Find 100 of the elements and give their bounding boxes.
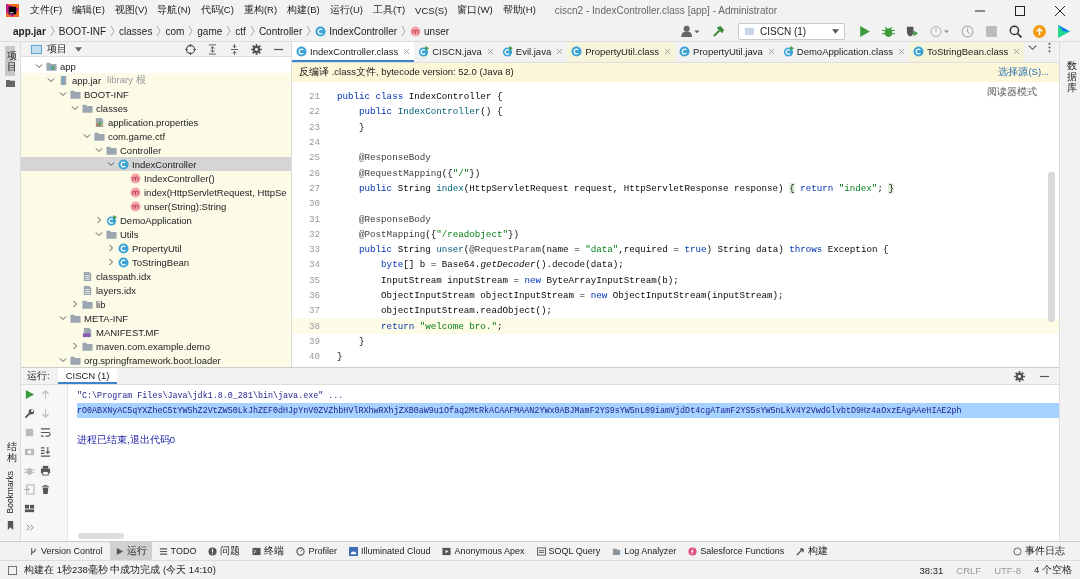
tool-window-tab[interactable]: 项目 <box>5 46 15 76</box>
breadcrumb[interactable]: Controller <box>257 25 304 37</box>
tree-item[interactable]: unser(String):String <box>21 199 291 213</box>
tool-window-button[interactable]: Salesforce Functions <box>683 542 790 560</box>
tree-item[interactable]: com.game.ctf <box>21 129 291 143</box>
tool-window-button[interactable]: Log Analyzer <box>607 542 682 560</box>
panel-toggle-icon[interactable] <box>8 565 17 575</box>
menu-item[interactable]: 构建(B) <box>282 1 325 20</box>
locate-icon[interactable] <box>185 43 196 55</box>
menu-item[interactable]: 运行(U) <box>324 1 368 20</box>
app-logo-icon[interactable] <box>6 4 19 17</box>
tool-window-tab[interactable]: Bookmarks <box>3 467 17 518</box>
menu-item[interactable]: 重构(R) <box>238 1 283 20</box>
update-icon[interactable] <box>1033 24 1046 38</box>
chevron-icon[interactable] <box>95 230 103 238</box>
editor-tab[interactable]: PropertyUtil.class <box>567 42 676 62</box>
tree-item[interactable]: Controller <box>21 143 291 157</box>
tool-window-button[interactable]: 问题 <box>203 542 246 560</box>
user-icon[interactable] <box>681 24 701 38</box>
profile-icon[interactable] <box>930 24 950 38</box>
menu-item[interactable]: 工具(T) <box>367 1 411 20</box>
chevron-icon[interactable] <box>95 146 103 154</box>
chevron-icon[interactable] <box>71 342 79 350</box>
editor-tab[interactable]: PropertyUtil.java <box>675 42 779 62</box>
attach-icon[interactable] <box>961 24 974 38</box>
breadcrumb[interactable]: game <box>196 25 224 37</box>
scroll-to-end-icon[interactable] <box>40 446 51 457</box>
tree-item[interactable]: maven.com.example.demo <box>21 339 291 353</box>
tree-item[interactable]: IndexController() <box>21 171 291 185</box>
stop-icon[interactable] <box>985 24 998 38</box>
soft-wrap-icon[interactable] <box>40 427 51 438</box>
project-view-dropdown[interactable]: 项目 <box>47 42 82 56</box>
hammer-icon[interactable] <box>712 24 725 38</box>
settings-icon[interactable] <box>1014 370 1025 382</box>
settings-icon[interactable] <box>251 43 262 55</box>
menu-item[interactable]: 视图(V) <box>109 1 153 20</box>
chevron-icon[interactable] <box>47 76 55 84</box>
tool-window-button[interactable]: Version Control <box>24 542 108 560</box>
stop-icon[interactable] <box>24 427 35 438</box>
down-arrow-icon[interactable] <box>40 408 51 419</box>
tool-window-button[interactable]: 运行 <box>109 542 152 560</box>
tool-window-button[interactable]: TODO <box>153 542 202 560</box>
bug-icon[interactable] <box>24 465 35 476</box>
collapse-all-icon[interactable] <box>229 43 240 55</box>
wrench-icon[interactable] <box>24 408 35 419</box>
expand-all-icon[interactable] <box>207 43 218 55</box>
close-icon[interactable] <box>1013 47 1021 55</box>
exit-icon[interactable] <box>24 484 35 495</box>
breadcrumb[interactable]: com <box>164 25 186 37</box>
scrollbar[interactable] <box>1048 172 1055 322</box>
breadcrumb[interactable]: classes <box>118 25 154 37</box>
tree-item[interactable]: PropertyUtil <box>21 241 291 255</box>
chevron-icon[interactable] <box>83 132 91 140</box>
chevron-icon[interactable] <box>59 356 67 364</box>
menu-item[interactable]: 帮助(H) <box>497 1 541 20</box>
tool-window-button[interactable]: SOQL Query <box>531 542 606 560</box>
chevron-icon[interactable] <box>107 160 115 168</box>
menu-item[interactable]: 导航(N) <box>152 1 196 20</box>
chevron-icon[interactable] <box>71 104 79 112</box>
breadcrumb[interactable]: IndexController <box>314 25 399 37</box>
tree-item[interactable]: classes <box>21 101 291 115</box>
menu-item[interactable]: 代码(C) <box>195 1 239 20</box>
tree-item[interactable]: app.jar library 根 <box>21 73 291 87</box>
run-tab[interactable]: CISCN (1) <box>57 368 118 384</box>
editor-tab[interactable]: DemoApplication.class <box>778 42 909 62</box>
tool-window-tab[interactable]: 数据库 <box>1065 56 1075 97</box>
breadcrumb[interactable]: app.jar <box>12 25 47 37</box>
tool-window-button[interactable]: 终端 <box>247 542 290 560</box>
tool-window-button[interactable]: 构建 <box>791 542 834 560</box>
menu-item[interactable]: 文件(F) <box>25 1 68 20</box>
menu-item[interactable]: 窗口(W) <box>452 1 498 20</box>
tree-item[interactable]: lib <box>21 297 291 311</box>
search-icon[interactable] <box>1009 24 1022 38</box>
tree-item[interactable]: org.springframework.boot.loader <box>21 353 291 367</box>
choose-source-link[interactable]: 选择源(S)... <box>998 66 1049 79</box>
run-icon[interactable] <box>24 389 35 400</box>
editor-tab[interactable]: CISCN.java <box>414 42 498 62</box>
up-arrow-icon[interactable] <box>40 389 51 400</box>
more-icon[interactable] <box>24 522 35 533</box>
editor-tab[interactable]: Evil.java <box>497 42 568 62</box>
chevron-icon[interactable] <box>59 90 67 98</box>
editor-tab[interactable]: ToStringBean.class <box>908 42 1025 62</box>
layout-icon[interactable] <box>24 503 35 514</box>
shield-run-icon[interactable] <box>906 24 919 38</box>
event-log-button[interactable]: 事件日志 <box>1008 542 1070 560</box>
breadcrumb[interactable]: BOOT-INF <box>57 25 108 37</box>
menu-item[interactable]: 编辑(E) <box>67 1 110 20</box>
chevron-icon[interactable] <box>35 62 43 70</box>
tool-window-tab[interactable]: 结构 <box>5 437 15 468</box>
tree-item[interactable]: ToStringBean <box>21 255 291 269</box>
tree-item[interactable]: IndexController <box>21 157 291 171</box>
cursor-position[interactable]: 38:31 <box>919 564 944 576</box>
tree-item[interactable]: BOOT-INF <box>21 87 291 101</box>
reader-mode-label[interactable]: 阅读器模式 <box>987 85 1037 99</box>
breadcrumb[interactable]: ctf <box>234 25 247 37</box>
close-icon[interactable] <box>897 47 905 55</box>
chevron-icon[interactable] <box>71 300 79 308</box>
close-icon[interactable] <box>403 47 411 55</box>
trash-icon[interactable] <box>40 484 51 495</box>
menu-item[interactable]: VCS(S) <box>410 1 453 20</box>
